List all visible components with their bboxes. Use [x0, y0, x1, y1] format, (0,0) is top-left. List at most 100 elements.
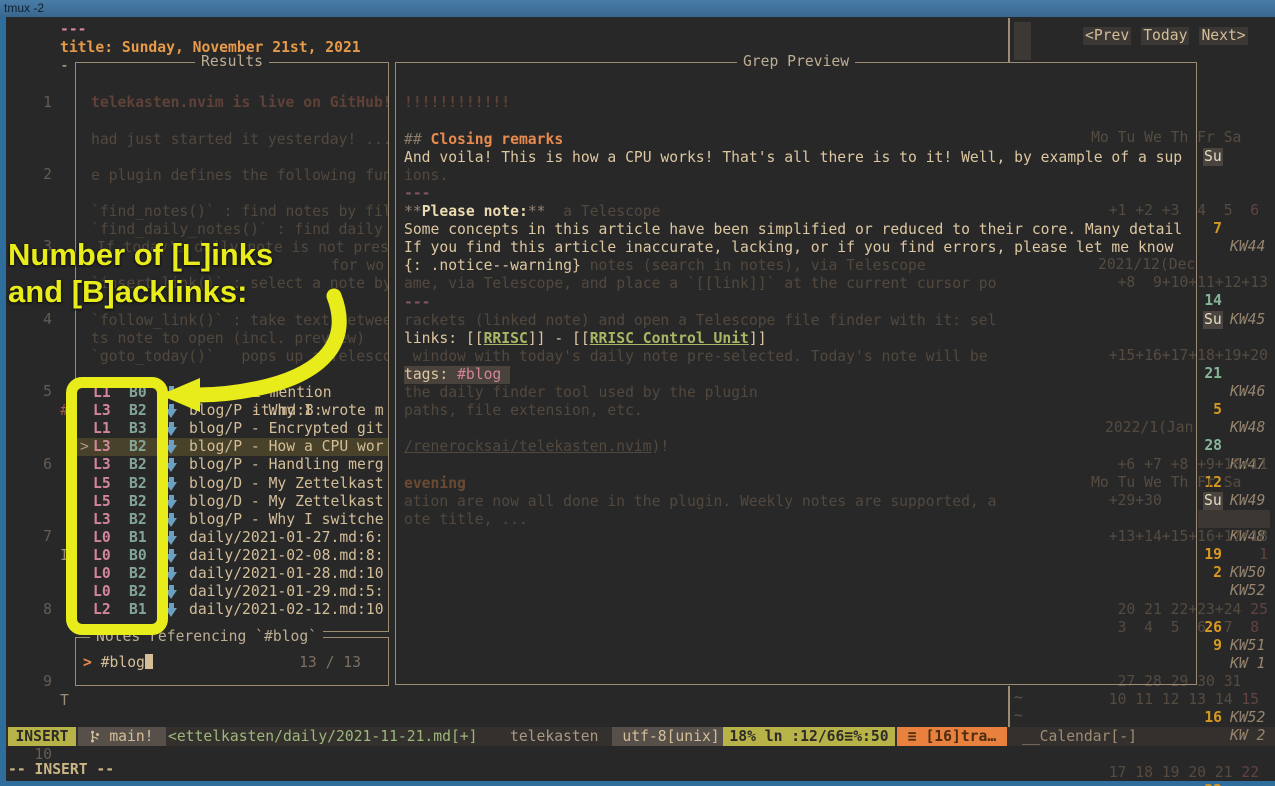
result-file-label: daily/2021-02-12.md:10	[189, 601, 384, 619]
calendar-nav: <Prev Today Next>	[1083, 27, 1248, 45]
result-file-label: blog/P - Encrypted git	[189, 420, 384, 438]
calendar-saturday-faded: 1	[1250, 546, 1268, 563]
line-number-gutter: 1 2 3 4 5 # 6	[26, 21, 52, 786]
filename-label: <ettelkasten/daily/2021-11-21.md[+]	[168, 727, 478, 746]
gutter-row: 9 T	[26, 655, 52, 673]
line-number: 5	[43, 383, 52, 401]
showthrough-line: ame, via Telescope, and place a `[[link]…	[404, 275, 996, 293]
preview-links-line: links: [[RRISC]] - [[RRISC Control Unit]…	[404, 330, 767, 348]
wikilink-rrisc[interactable]: RRISC	[484, 330, 528, 347]
prompt-char: >	[83, 654, 92, 671]
calendar-week-number: KW 2	[1230, 727, 1265, 745]
bold-marker: **	[404, 203, 422, 220]
bracket: ]] - [[	[528, 330, 590, 347]
window-separator[interactable]	[1008, 686, 1010, 727]
heading-hashes: ##	[404, 131, 422, 148]
calendar-sunday[interactable]: 9	[1201, 637, 1222, 655]
showthrough-line: evening	[404, 475, 466, 493]
line-number: 4	[43, 311, 52, 329]
calendar-cursor-cell	[1014, 22, 1031, 60]
result-counter: 13 / 13	[299, 654, 361, 672]
calendar-next-button[interactable]: Next>	[1199, 27, 1247, 45]
showthrough-line: had just started it yesterday! ...	[91, 131, 388, 149]
showthrough-fragment: a Telescope	[546, 203, 661, 220]
links-label: links:	[404, 330, 466, 347]
search-input[interactable]: > #blog	[83, 654, 153, 672]
preview-tags-line: tags: #blog	[404, 366, 510, 384]
note-text: Please note:	[422, 203, 528, 220]
result-file-label: blog/D - My Zettelkast	[189, 493, 384, 511]
annotation-text-line1: Number of [L]inks	[8, 246, 273, 264]
sunday-header: Su	[1203, 311, 1223, 329]
preview-paragraph: If you find this article inaccurate, lac…	[404, 239, 1173, 257]
showthrough-line: ions.	[404, 167, 448, 185]
result-file-label: daily/2021-02-08.md:8:	[189, 547, 384, 565]
result-file-label: blog/P - Why I switche	[189, 511, 384, 529]
line-number: 2	[43, 166, 52, 184]
prompt-panel-body: > #blog 13 / 13	[76, 638, 388, 685]
result-file-label: daily/2021-01-29.md:5:	[189, 583, 384, 601]
calendar-prev-button[interactable]: <Prev	[1083, 27, 1131, 45]
calendar-sunday[interactable]: 16	[1201, 709, 1222, 727]
empty-line-tilde: ~	[1014, 707, 1023, 725]
preview-bang-line: !!!!!!!!!!!!	[404, 94, 510, 112]
git-branch-icon	[90, 730, 100, 743]
empty-line-tilde: ~	[1014, 689, 1023, 707]
gutter-row: 6	[26, 438, 52, 456]
calendar-saturday-faded: 8	[1241, 619, 1259, 636]
result-file-label: daily/2021-01-27.md:6:	[189, 529, 384, 547]
buffer-line-frontmatter-open: ---	[60, 21, 87, 39]
buffer-peek-char: T	[60, 692, 69, 710]
bold-marker: **	[528, 203, 546, 220]
showthrough-line: ts note to open (incl. preview)	[91, 330, 365, 348]
calendar-sunday[interactable]: 2	[1201, 564, 1222, 582]
sunday-header: Su	[1203, 148, 1223, 166]
window-titlebar[interactable]: tmux -2	[0, 0, 1275, 17]
showthrough-repo-line: /renerocksai/telekasten.nvim)!	[404, 438, 669, 456]
window-separator[interactable]	[1008, 18, 1010, 63]
sunday-header: Su	[1203, 492, 1223, 510]
preview-hrule: ---	[404, 185, 431, 203]
result-file-label: blog/P - How a CPU wor	[189, 438, 384, 456]
showthrough-fragment: for wo	[331, 257, 384, 275]
showthrough-line: the daily finder tool used by the plugin	[404, 384, 758, 402]
grep-preview-panel: Grep Preview !!!!!!!!!!!! ## Closing rem…	[395, 62, 1197, 685]
gutter-row: 2	[26, 148, 52, 166]
bracket: [[	[466, 330, 484, 347]
calendar-week-number: KW52	[1230, 582, 1265, 600]
line-number: 6	[43, 456, 52, 474]
result-file-label: blog/P - Why I wrote m	[189, 402, 384, 420]
line-number: 8	[43, 601, 52, 619]
calendar-today-button[interactable]: Today	[1141, 27, 1189, 45]
annotation-highlight-box	[66, 377, 168, 635]
repo-link: /renerocksai/telekasten.nvim	[404, 438, 652, 455]
showthrough-fragment: notes (search in notes), via Telescope	[581, 257, 926, 274]
gutter-row: 8	[26, 583, 52, 601]
git-branch-segment: main!	[78, 727, 166, 746]
calendar-days-faded: 17 18 19 20 21	[1109, 764, 1242, 781]
showthrough-line: e plugin defines the following fun	[91, 167, 388, 185]
prompt-panel: Notes referencing `#blog` > #blog 13 / 1…	[75, 637, 389, 686]
encoding-segment: utf-8[unix]	[612, 727, 730, 746]
showthrough-line: `find_notes()` : find notes by fil	[91, 203, 388, 221]
annotation-text-line2: and [B]acklinks:	[8, 283, 247, 301]
text-cursor	[145, 654, 153, 669]
calendar-week-row: 17 18 19 20 21 22 23 KW 3	[1038, 746, 1268, 764]
filetype-label: telekasten	[510, 727, 598, 746]
wikilink-rrisc-control-unit[interactable]: RRISC Control Unit	[590, 330, 749, 347]
showthrough-line: paths, file extension, etc.	[404, 402, 643, 420]
tags-label: tags:	[404, 366, 457, 383]
gutter-row: 5 #	[26, 365, 52, 383]
search-query: #blog	[101, 654, 145, 671]
preview-heading: ## Closing remarks	[404, 131, 563, 149]
trailing-whitespace-warning: ≡ [16]tra…	[897, 727, 1007, 746]
tag-blog[interactable]: #blog	[457, 366, 501, 383]
window-left-border	[0, 17, 6, 786]
calendar-sunday[interactable]: 23	[1201, 782, 1222, 786]
tmux-window: tmux -2 1 2 3 4 5	[0, 0, 1275, 786]
showthrough-line: rackets (linked note) and open a Telesco…	[404, 312, 996, 330]
gutter-row: 3	[26, 220, 52, 238]
showthrough-hrule: ---	[404, 294, 431, 312]
gutter-row: 1	[26, 75, 52, 93]
result-file-label: blog/D - My Zettelkast	[189, 475, 384, 493]
